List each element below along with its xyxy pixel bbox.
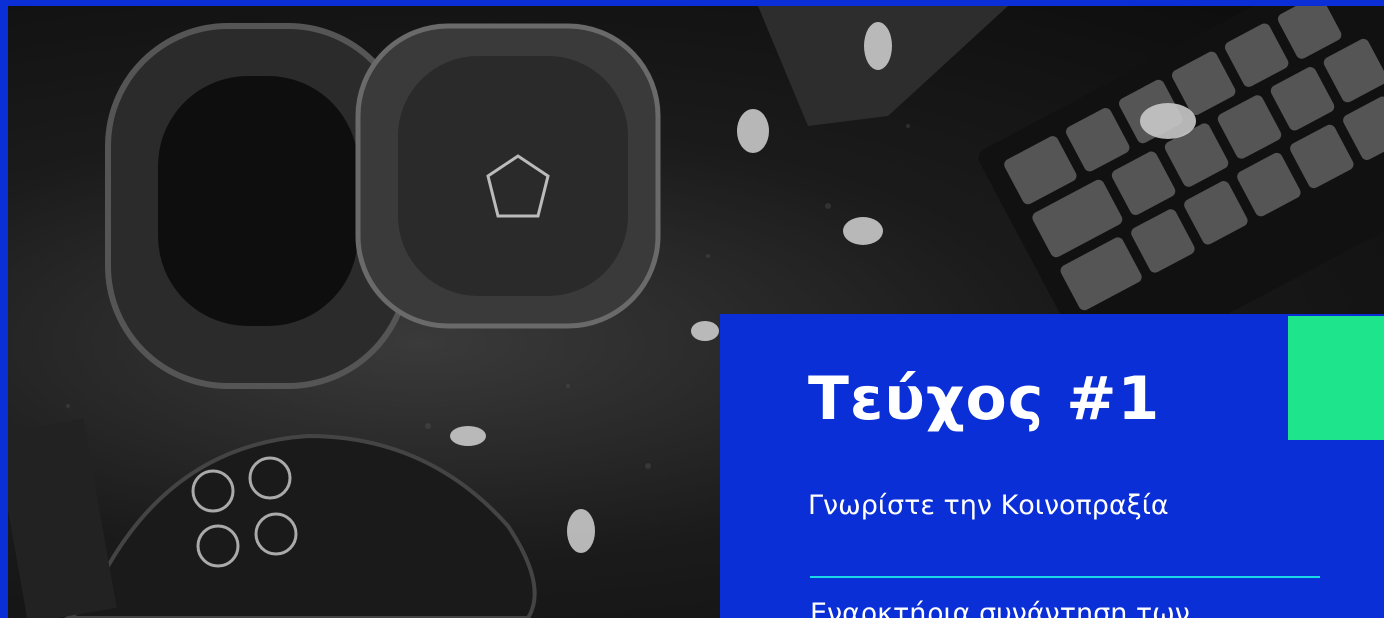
accent-square [1288,316,1384,440]
issue-info-panel: Τεύχος #1 Γνωρίστε την Κοινοπραξία Εναρκ… [720,314,1384,618]
section-link-kickoff-meeting[interactable]: Εναρκτήρια συνάντηση των [810,598,1190,618]
divider [810,576,1320,578]
issue-title: Τεύχος #1 [808,364,1161,434]
section-link-consortium[interactable]: Γνωρίστε την Κοινοπραξία [808,490,1169,521]
